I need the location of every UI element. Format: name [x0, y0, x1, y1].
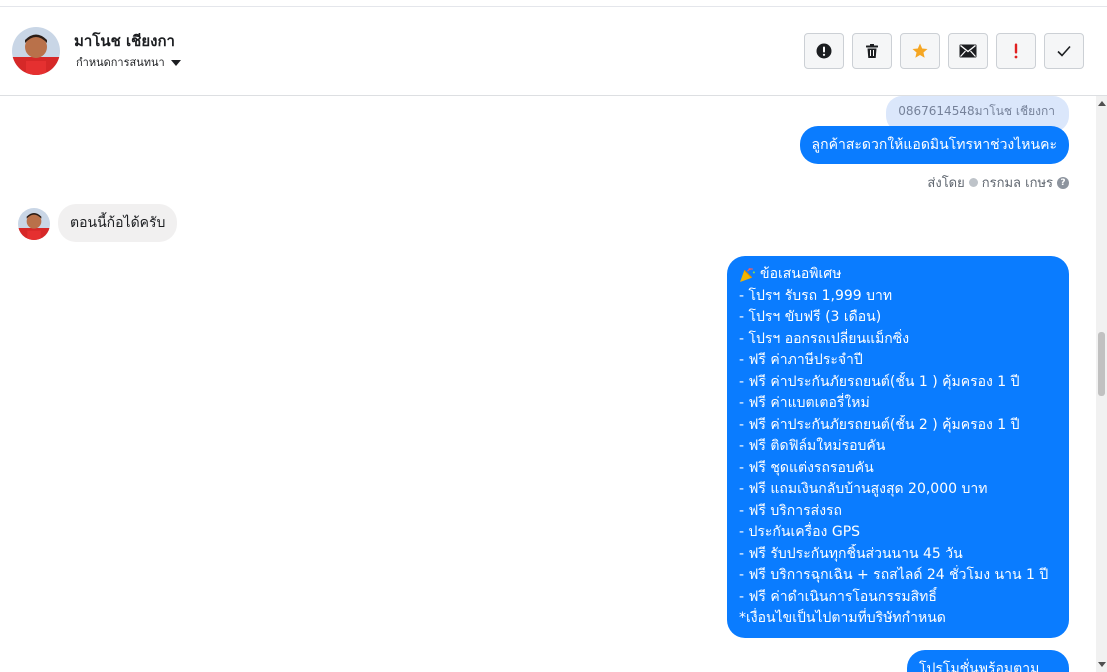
incoming-message[interactable]: ตอนนี้ก้อได้ครับ: [58, 204, 178, 242]
offer-line: - ฟรี บริการฉุกเฉิน + รถสไลด์ 24 ชั่วโมง…: [739, 567, 1049, 583]
incoming-avatar: [18, 208, 50, 240]
offer-line: - โปรฯ ขับฟรี (3 เดือน): [739, 309, 882, 325]
assign-conversation-dropdown[interactable]: กำหนดการสนทนา: [76, 53, 181, 71]
outgoing-message-partial[interactable]: โปรโมชั่นพร้อมตาม: [907, 650, 1069, 672]
sent-by-name: กรกมล เกษร: [981, 176, 1053, 191]
verified-dot-icon: [968, 178, 978, 187]
contact-name[interactable]: มาโนช เชียงกา: [74, 29, 175, 53]
offer-line: - ฟรี แถมเงินกลับบ้านสูงสุด 20,000 บาท: [739, 481, 988, 497]
offer-line: - ฟรี รับประกันทุกชิ้นส่วนนาน 45 วัน: [739, 545, 963, 562]
spam-button[interactable]: [996, 33, 1036, 69]
report-button[interactable]: [804, 33, 844, 69]
mark-unread-button[interactable]: [948, 33, 988, 69]
sent-by-label: ส่งโดย: [927, 176, 965, 191]
offer-line: - โปรฯ ออกรถเปลี่ยนแม็กซิ่ง: [739, 330, 910, 347]
party-popper-icon: [740, 268, 755, 283]
envelope-icon: [959, 44, 977, 58]
star-button[interactable]: [900, 33, 940, 69]
offer-title: ข้อเสนอพิเศษ: [760, 266, 842, 282]
offer-lines: - โปรฯ รับรถ 1,999 บาท - โปรฯ ขับฟรี (3 …: [739, 286, 1059, 609]
message-thread[interactable]: 0867614548มาโนช เชียงกา ลูกค้าสะดวกให้แอ…: [0, 96, 1096, 672]
offer-line: - ฟรี ค่าแบตเตอรี่ใหม่: [739, 395, 870, 411]
scroll-down-arrow-icon[interactable]: [1098, 662, 1106, 667]
offer-line: - ฟรี บริการส่งรถ: [739, 502, 843, 519]
star-icon: [912, 43, 928, 58]
caret-down-icon: [170, 59, 181, 66]
offer-line: - ฟรี ติดฟิล์มใหม่รอบคัน: [739, 438, 886, 454]
done-button[interactable]: [1044, 33, 1084, 69]
delete-button[interactable]: [852, 33, 892, 69]
contact-avatar[interactable]: [12, 27, 60, 75]
help-icon[interactable]: ?: [1057, 176, 1069, 189]
offer-line: - ฟรี ค่าดำเนินการโอนกรรมสิทธิ์: [739, 588, 937, 605]
offer-footer: *เงื่อนไขเป็นไปตามที่บริษัทกำหนด: [739, 610, 946, 626]
offer-line: - ฟรี ค่าประกันภัยรถยนต์(ชั้น 2 ) คุ้มคร…: [739, 416, 1020, 433]
assign-label: กำหนดการสนทนา: [76, 56, 165, 69]
outgoing-message[interactable]: ลูกค้าสะดวกให้แอดมินโทรหาช่วงไหนคะ: [799, 126, 1069, 164]
offer-line: - ฟรี ค่าภาษีประจำปี: [739, 352, 863, 368]
conversation-header: มาโนช เชียงกา กำหนดการสนทนา: [0, 7, 1107, 96]
offer-line: - ฟรี ชุดแต่งรถรอบคัน: [739, 459, 874, 476]
offer-line: - ประกันเครื่อง GPS: [739, 524, 861, 540]
header-actions: [804, 33, 1084, 69]
scroll-up-arrow-icon[interactable]: [1098, 101, 1106, 106]
exclamation-circle-icon: [816, 43, 832, 59]
offer-line: - โปรฯ รับรถ 1,999 บาท: [739, 287, 893, 304]
checkmark-icon: [1057, 45, 1071, 57]
thread-scrollbar[interactable]: [1096, 96, 1107, 672]
outgoing-offer-message[interactable]: ข้อเสนอพิเศษ - โปรฯ รับรถ 1,999 บาท - โป…: [727, 256, 1069, 638]
red-exclamation-icon: [1014, 43, 1018, 59]
scrollbar-thumb[interactable]: [1098, 332, 1105, 396]
trash-icon: [866, 44, 878, 58]
offer-title-line: ข้อเสนอพิเศษ: [739, 264, 1059, 286]
offer-line: - ฟรี ค่าประกันภัยรถยนต์(ชั้น 1 ) คุ้มคร…: [739, 373, 1020, 390]
sent-by-info: ส่งโดย กรกมล เกษร ?: [927, 172, 1069, 193]
